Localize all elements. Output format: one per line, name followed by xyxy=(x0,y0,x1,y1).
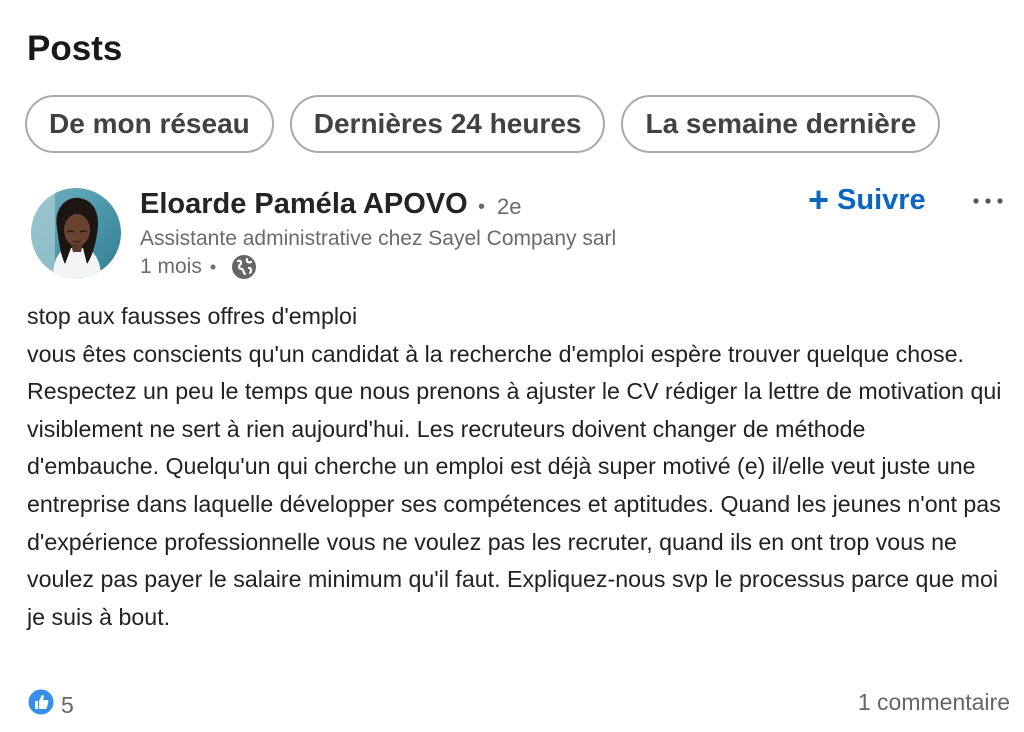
plus-icon: + xyxy=(808,179,830,220)
more-options-button[interactable] xyxy=(968,186,1008,216)
author-avatar[interactable] xyxy=(31,188,121,278)
section-title: Posts xyxy=(27,29,123,68)
search-results-posts: Posts De mon réseau Dernières 24 heures … xyxy=(0,0,1024,732)
filter-my-network[interactable]: De mon réseau xyxy=(25,95,274,153)
reaction-count: 5 xyxy=(61,691,74,718)
post-text: stop aux fausses offres d'emploi vous êt… xyxy=(27,303,1002,630)
post-age: 1 mois xyxy=(140,255,202,278)
comments-count[interactable]: 1 commentaire xyxy=(858,688,1010,716)
degree-separator: • xyxy=(478,196,486,218)
author-name[interactable]: Eloarde Paméla APOVO xyxy=(140,186,468,222)
meta-separator: • xyxy=(209,257,217,277)
filter-past-week[interactable]: La semaine dernière xyxy=(621,95,941,153)
follow-label: Suivre xyxy=(837,184,926,216)
like-icon xyxy=(27,688,55,721)
post-meta: 1 mois • xyxy=(140,253,258,281)
globe-icon xyxy=(230,253,258,281)
connection-degree: 2e xyxy=(497,194,522,219)
avatar-photo xyxy=(31,188,121,278)
author-headline: Assistante administrative chez Sayel Com… xyxy=(140,227,617,250)
filter-past-24-hours[interactable]: Dernières 24 heures xyxy=(289,95,606,153)
filter-bar: De mon réseau Dernières 24 heures La sem… xyxy=(25,95,941,153)
more-horizontal-icon xyxy=(973,198,1003,204)
follow-button[interactable]: + Suivre xyxy=(808,179,926,220)
reactions-summary[interactable]: 5 xyxy=(27,688,74,721)
